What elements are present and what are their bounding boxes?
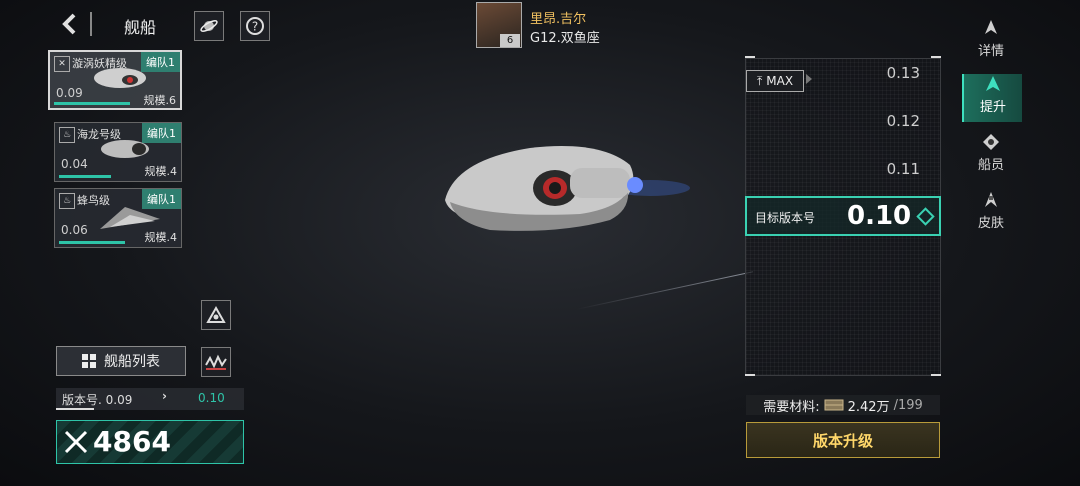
- version-option[interactable]: 0.12: [860, 112, 920, 130]
- materials-value: 2.42万: [847, 399, 890, 415]
- max-label: MAX: [766, 74, 794, 88]
- player-galaxy: G12.双鱼座: [530, 31, 600, 46]
- ship-model: [445, 146, 690, 231]
- combat-power-value: 4864: [93, 425, 171, 458]
- divider: [90, 12, 102, 36]
- planet-button[interactable]: [194, 11, 224, 41]
- panel-corner: [931, 374, 941, 376]
- tab-label: 提升: [979, 100, 1006, 115]
- target-version-value: 0.10: [847, 201, 912, 231]
- panel-corner: [931, 56, 941, 58]
- tab-label: 详情: [977, 44, 1004, 59]
- diamond-icon: [916, 207, 935, 226]
- material-crate-icon: [824, 399, 844, 411]
- version-progress-bar: [59, 175, 111, 178]
- tab-skin[interactable]: 皮肤: [962, 190, 1020, 238]
- ship-card[interactable]: ♨ 海龙号级 编队1 0.04 规模.4: [54, 122, 182, 182]
- ship-version: 0.04: [61, 157, 88, 171]
- help-button[interactable]: ?: [240, 11, 270, 41]
- materials-label: 需要材料:: [763, 399, 820, 415]
- ship-card[interactable]: ♨ 蜂鸟级 编队1 0.06 规模.4: [54, 188, 182, 248]
- combat-power-panel: 4864: [56, 420, 244, 464]
- crew-icon: [983, 134, 999, 150]
- tab-details[interactable]: 详情: [962, 18, 1020, 66]
- ship-icon: [985, 20, 997, 34]
- player-name: 里昂.吉尔: [530, 12, 587, 27]
- next-version: 0.10: [198, 391, 225, 405]
- tab-upgrade[interactable]: 提升: [962, 74, 1022, 122]
- ship-thumbnail: [94, 68, 146, 88]
- materials-row: 需要材料: 2.42万 /199: [746, 395, 940, 415]
- grid-icon: [82, 354, 96, 368]
- ship-scale: 规模.4: [144, 231, 178, 244]
- upgrade-button[interactable]: 版本升级: [746, 422, 940, 458]
- vortex-type-icon: ✕: [54, 56, 70, 72]
- shooting-star: [576, 271, 754, 310]
- back-button[interactable]: [58, 12, 82, 36]
- arrow-right-icon: ›: [162, 389, 167, 403]
- upgrade-label: 版本升级: [812, 431, 873, 450]
- question-icon: ?: [246, 17, 264, 35]
- crossed-swords-icon: [64, 430, 88, 454]
- version-row: 版本号. 0.09 › 0.10: [56, 388, 244, 410]
- wave-chart-icon: [205, 354, 227, 370]
- planet-icon: [200, 20, 218, 32]
- skin-icon: [985, 192, 997, 207]
- current-version: 版本号. 0.09: [62, 393, 133, 407]
- page-title: 舰船: [124, 18, 157, 37]
- tab-label: 船员: [977, 158, 1004, 173]
- ship-thumbnail: [101, 140, 149, 158]
- flame-type-icon: ♨: [59, 127, 75, 143]
- flame-type-icon: ♨: [59, 193, 75, 209]
- player-level: 6: [500, 34, 520, 47]
- stats-button[interactable]: [201, 347, 231, 377]
- ship-scale: 规模.4: [144, 165, 178, 178]
- max-button[interactable]: ⤒ MAX: [746, 70, 804, 92]
- target-version-label: 目标版本号: [755, 211, 816, 225]
- tab-label: 皮肤: [977, 216, 1004, 231]
- target-version-box[interactable]: 目标版本号 0.10: [745, 196, 941, 236]
- panel-corner: [745, 56, 755, 58]
- materials-total: /199: [893, 397, 923, 413]
- version-option[interactable]: 0.11: [860, 160, 920, 178]
- caret-right-icon: [806, 74, 812, 84]
- ship-list-label: 舰船列表: [104, 354, 160, 370]
- version-progress-bar: [54, 102, 130, 105]
- ship-card[interactable]: ✕ 漩涡妖精级 编队1 0.09 规模.6: [48, 50, 182, 110]
- svg-text:?: ?: [252, 20, 258, 34]
- triangle-emblem-icon: [206, 305, 226, 323]
- ship-list-button[interactable]: 舰船列表: [56, 346, 186, 376]
- upgrade-ship-icon: [986, 76, 1000, 91]
- arrow-up-max-icon: ⤒: [756, 73, 763, 88]
- ship-scale: 规模.6: [143, 94, 177, 107]
- tab-crew[interactable]: 船员: [962, 132, 1020, 180]
- ship-version: 0.06: [61, 223, 88, 237]
- version-progress-bar: [59, 241, 125, 244]
- chevron-left-icon: [62, 13, 76, 35]
- version-option[interactable]: 0.13: [860, 64, 920, 82]
- panel-corner: [745, 374, 755, 376]
- version-progress: [56, 408, 94, 410]
- ship-version: 0.09: [56, 86, 83, 100]
- formation-button[interactable]: [201, 300, 231, 330]
